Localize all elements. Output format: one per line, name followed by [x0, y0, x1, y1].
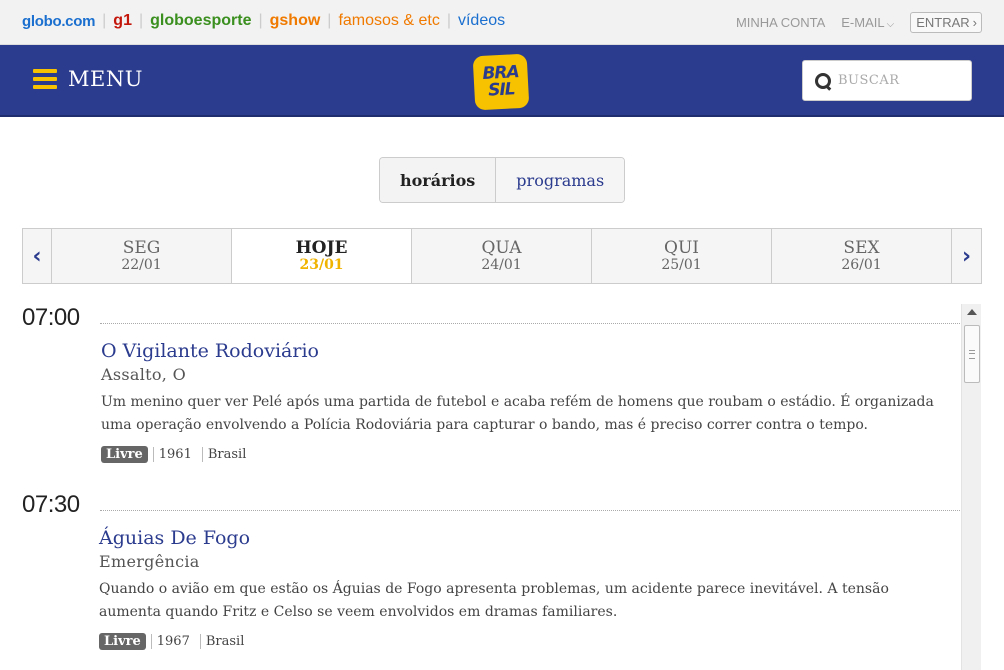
episode-title: Assalto, O — [101, 365, 186, 384]
gshow-link[interactable]: gshow — [270, 12, 321, 30]
next-days-button[interactable]: › — [952, 229, 981, 283]
previous-days-button[interactable]: ‹ — [23, 229, 53, 283]
tab-programas[interactable]: programas — [496, 158, 625, 202]
day-qua[interactable]: QUA 24/01 — [412, 229, 593, 283]
program-info: Águias De Fogo Emergência Quando o avião e… — [99, 527, 949, 650]
link-separator: | — [327, 12, 332, 29]
program-year: 1967 — [150, 634, 195, 649]
site-header: MENU BRA SIL — [0, 45, 1004, 117]
link-separator: | — [102, 12, 107, 29]
menu-button[interactable]: MENU — [33, 67, 143, 91]
account-links: MINHA CONTA E-MAIL ⌵ ENTRAR › — [720, 12, 982, 33]
link-separator: | — [446, 12, 451, 29]
email-dropdown[interactable]: E-MAIL ⌵ — [841, 15, 894, 30]
rating-badge: Livre — [99, 633, 146, 650]
chevron-down-icon: ⌵ — [886, 19, 895, 30]
globo-portal-links: globo.com | g1 | globoesporte | gshow | famosos … — [22, 12, 505, 30]
day-name: QUI — [664, 238, 699, 258]
day-sex[interactable]: SEX 26/01 — [772, 229, 953, 283]
videos-link[interactable]: vídeos — [458, 12, 505, 30]
view-tabs: horários programas — [379, 157, 626, 203]
program-info: O Vigilante Rodoviário Assalto, O Um menin… — [101, 340, 951, 463]
scrollbar-thumb[interactable] — [964, 325, 980, 383]
day-today[interactable]: HOJE 23/01 — [232, 229, 413, 283]
program-description: Um menino quer ver Pelé após uma partida… — [101, 394, 934, 433]
chevron-right-icon: › — [961, 243, 972, 269]
chevron-right-icon: › — [972, 15, 977, 30]
day-qui[interactable]: QUI 25/01 — [592, 229, 773, 283]
program-meta: Livre 1967 Brasil — [99, 633, 949, 650]
hamburger-icon — [33, 69, 57, 89]
globo-top-bar: globo.com | g1 | globoesporte | gshow | famosos … — [0, 0, 1004, 45]
day-date: 26/01 — [841, 257, 882, 273]
search-input[interactable] — [838, 73, 958, 88]
day-date: 24/01 — [481, 257, 522, 273]
time-label: 07:00 — [22, 304, 80, 331]
schedule-list: 07:00 O Vigilante Rodoviário Assalto, O Um … — [22, 304, 960, 670]
minha-conta-link[interactable]: MINHA CONTA — [736, 15, 825, 30]
program-title[interactable]: Águias De Fogo — [99, 527, 949, 549]
entrar-button[interactable]: ENTRAR › — [910, 12, 982, 33]
day-date: 22/01 — [121, 257, 162, 273]
day-name: QUA — [481, 238, 522, 258]
g1-link[interactable]: g1 — [113, 12, 132, 30]
globoesporte-link[interactable]: globoesporte — [150, 12, 251, 30]
time-label: 07:30 — [22, 491, 80, 518]
schedule-scrollbar[interactable] — [961, 304, 981, 670]
program-country: Brasil — [201, 447, 252, 462]
day-date: 25/01 — [661, 257, 702, 273]
day-date: 23/01 — [299, 257, 344, 273]
time-divider — [100, 510, 960, 511]
program-description: Quando o avião em que estão os Águias de… — [99, 581, 889, 620]
canal-brasil-logo[interactable]: BRA SIL — [472, 53, 530, 111]
day-list: SEG 22/01 HOJE 23/01 QUA 24/01 QUI 25/01 SEX 26/0… — [52, 229, 953, 283]
day-name: HOJE — [295, 238, 348, 258]
search-box[interactable] — [802, 60, 972, 101]
tab-horarios[interactable]: horários — [380, 158, 497, 202]
entrar-label: ENTRAR — [916, 15, 970, 30]
program-meta: Livre 1961 Brasil — [101, 446, 951, 463]
rating-badge: Livre — [101, 446, 148, 463]
link-separator: | — [138, 12, 144, 29]
day-name: SEX — [843, 238, 880, 258]
time-divider — [100, 323, 960, 324]
famosos-link[interactable]: famosos & etc — [338, 12, 439, 30]
program-title[interactable]: O Vigilante Rodoviário — [101, 340, 951, 362]
date-selector: ‹ SEG 22/01 HOJE 23/01 QUA 24/01 QUI 25/01 SEX 26… — [22, 228, 982, 284]
day-name: SEG — [122, 238, 161, 258]
menu-label: MENU — [68, 67, 143, 91]
program-country: Brasil — [199, 634, 250, 649]
program-year: 1961 — [152, 447, 197, 462]
episode-title: Emergência — [99, 552, 200, 571]
globocom-link[interactable]: globo.com — [22, 13, 95, 30]
day-seg[interactable]: SEG 22/01 — [52, 229, 233, 283]
email-label: E-MAIL — [841, 15, 885, 30]
scroll-up-arrow-icon[interactable] — [967, 309, 977, 315]
chevron-left-icon: ‹ — [32, 243, 42, 269]
link-separator: | — [258, 12, 263, 29]
search-icon — [814, 72, 832, 90]
